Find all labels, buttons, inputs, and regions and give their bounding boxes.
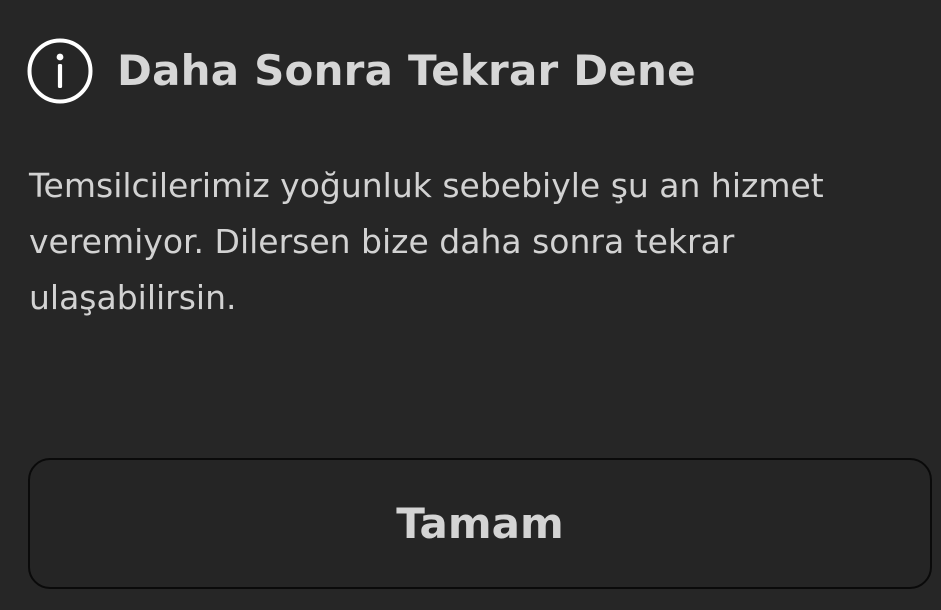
- ok-button[interactable]: Tamam: [28, 458, 932, 589]
- unavailable-dialog: Daha Sonra Tekrar Dene Temsilcilerimiz y…: [0, 0, 941, 610]
- ok-button-label: Tamam: [396, 499, 564, 548]
- dialog-header: Daha Sonra Tekrar Dene: [27, 38, 696, 104]
- info-icon: [27, 38, 93, 104]
- dialog-message: Temsilcilerimiz yoğunluk sebebiyle şu an…: [29, 166, 824, 317]
- dialog-title: Daha Sonra Tekrar Dene: [117, 46, 696, 95]
